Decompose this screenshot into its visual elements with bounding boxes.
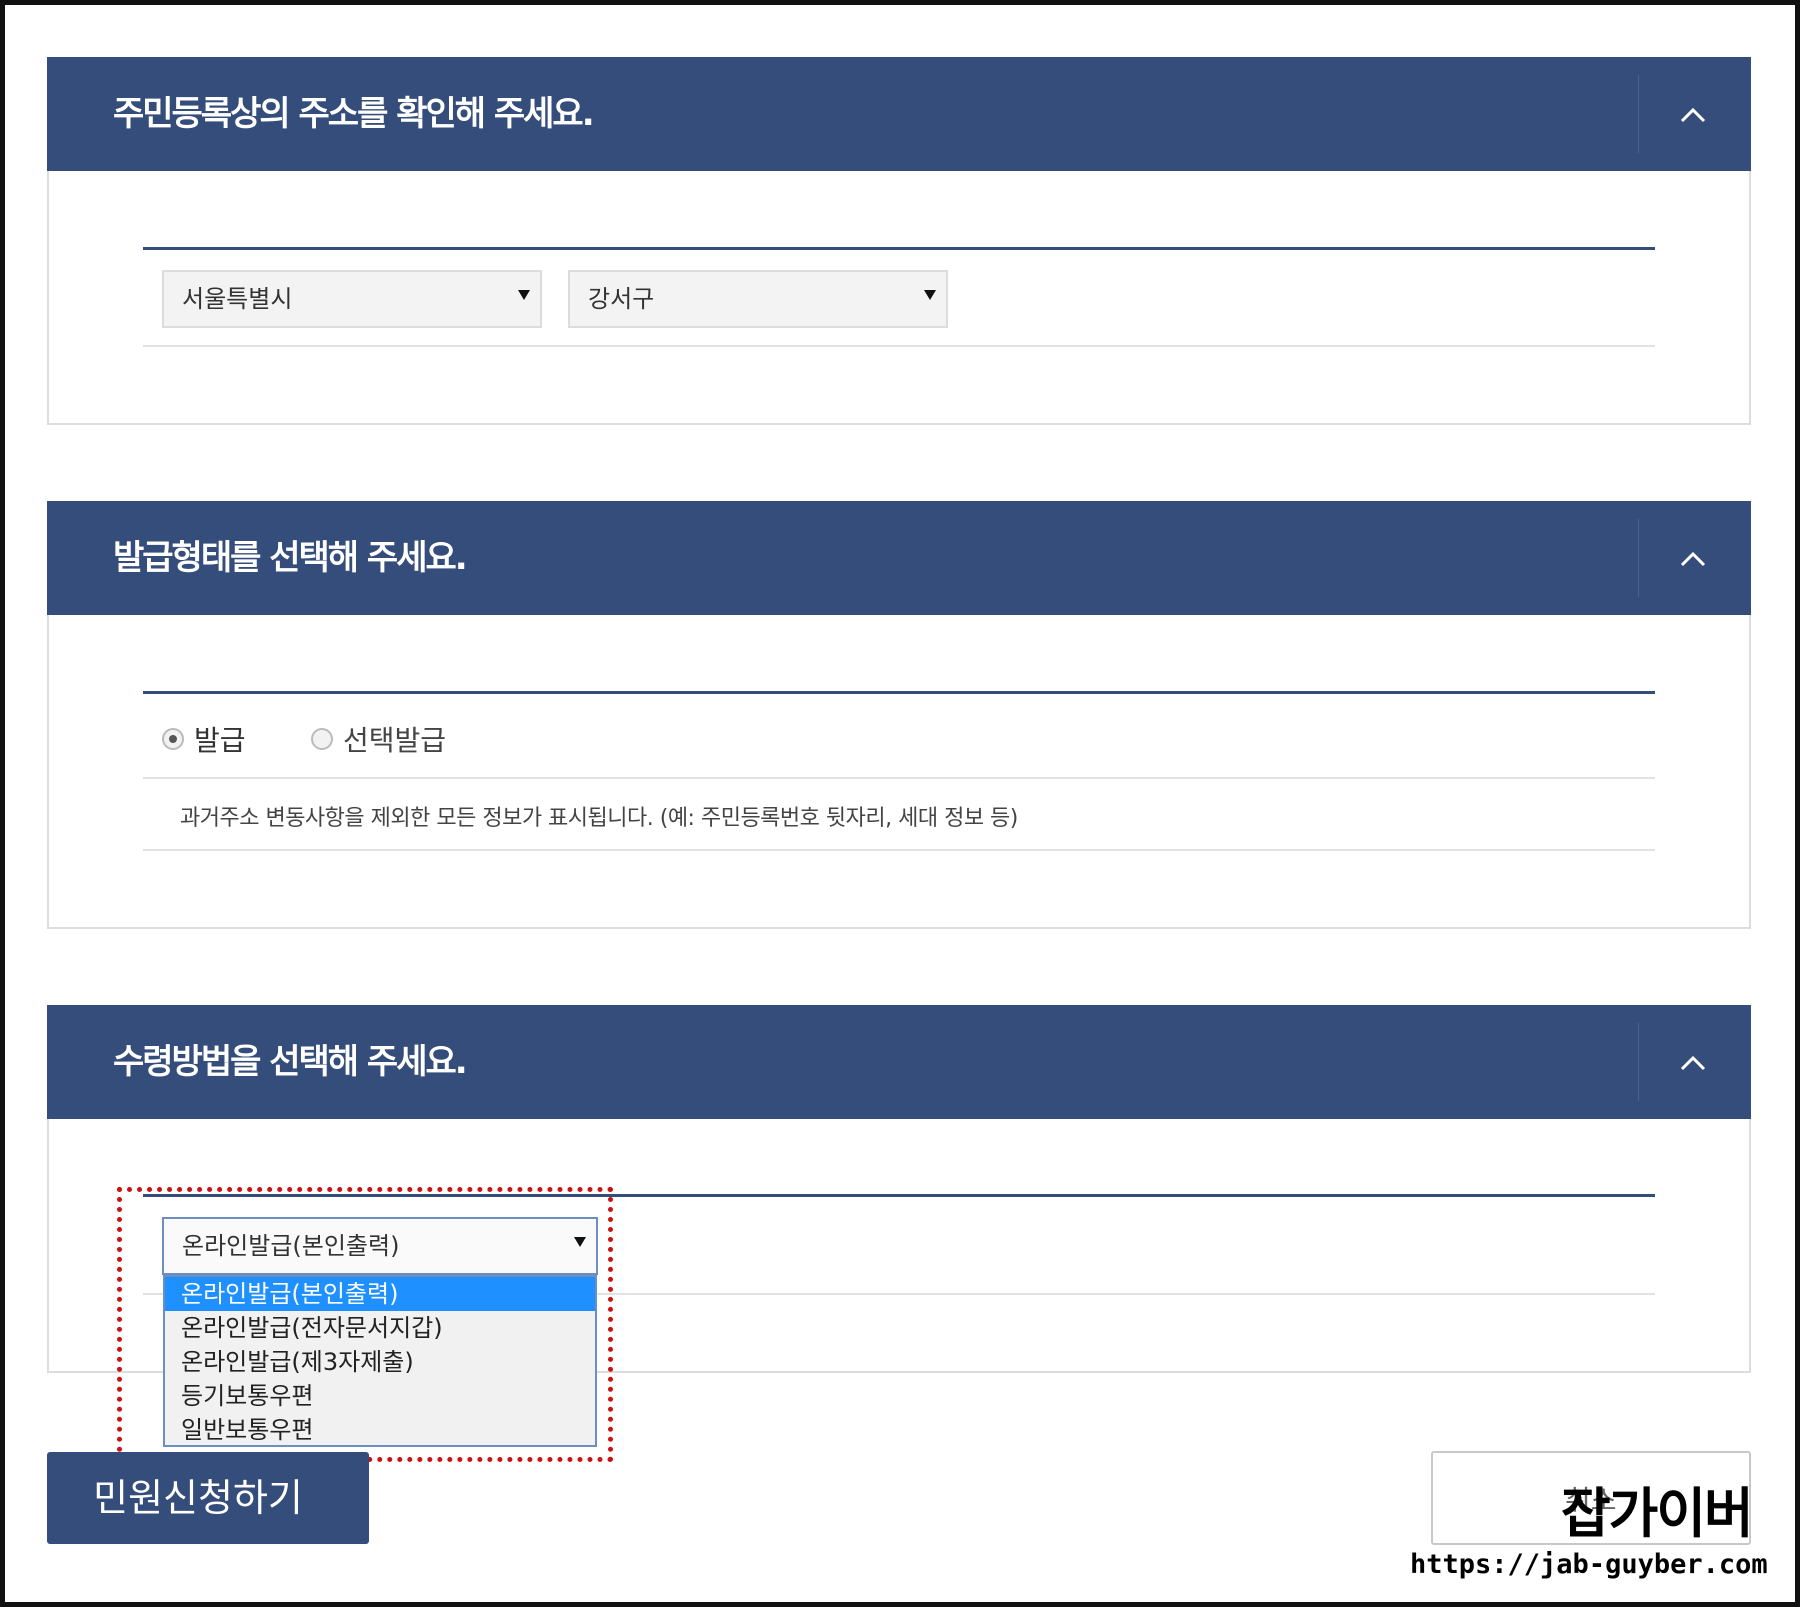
dropdown-arrow-icon xyxy=(518,290,530,300)
address-section-title: 주민등록상의 주소를 확인해 주세요. xyxy=(113,94,595,134)
issue-type-mid-rule xyxy=(143,777,1655,779)
header-divider xyxy=(1638,75,1639,153)
collapse-chevron-icon[interactable] xyxy=(1673,539,1713,579)
option-registered-mail[interactable]: 등기보통우편 xyxy=(165,1379,595,1413)
watermark-logo: 잡가이버 xyxy=(1561,1482,1754,1545)
issue-type-section-header[interactable]: 발급형태를 선택해 주세요. xyxy=(47,501,1751,615)
radio-unchecked-icon[interactable] xyxy=(311,728,333,750)
issue-type-note: 과거주소 변동사항을 제외한 모든 정보가 표시됩니다. (예: 주민등록번호 … xyxy=(180,806,1018,831)
issue-type-bottom-rule xyxy=(143,849,1655,851)
city-select[interactable]: 서울특별시 xyxy=(162,270,542,328)
issue-type-section-title: 발급형태를 선택해 주세요. xyxy=(113,538,468,578)
radio-issue[interactable]: 발급 xyxy=(162,719,246,759)
collapse-chevron-icon[interactable] xyxy=(1673,1043,1713,1083)
dropdown-arrow-icon xyxy=(924,290,936,300)
issue-type-section-body xyxy=(47,615,1751,929)
watermark-url: https://jab-guyber.com xyxy=(1410,1549,1768,1580)
address-top-rule xyxy=(143,247,1655,250)
receipt-section-header[interactable]: 수령방법을 선택해 주세요. xyxy=(47,1005,1751,1119)
apply-button[interactable]: 민원신청하기 xyxy=(47,1452,369,1544)
receipt-method-options: 온라인발급(본인출력) 온라인발급(전자문서지갑) 온라인발급(제3자제출) 등… xyxy=(163,1275,597,1447)
receipt-method-select[interactable]: 온라인발급(본인출력) xyxy=(162,1217,598,1275)
city-select-value: 서울특별시 xyxy=(182,285,293,313)
issue-type-top-rule xyxy=(143,691,1655,694)
receipt-method-value: 온라인발급(본인출력) xyxy=(182,1232,400,1260)
option-online-third-party[interactable]: 온라인발급(제3자제출) xyxy=(165,1345,595,1379)
dropdown-arrow-icon xyxy=(574,1237,586,1247)
option-online-self-print[interactable]: 온라인발급(본인출력) xyxy=(165,1277,595,1311)
collapse-chevron-icon[interactable] xyxy=(1673,95,1713,135)
header-divider xyxy=(1638,519,1639,597)
radio-checked-icon[interactable] xyxy=(162,728,184,750)
radio-issue-label: 발급 xyxy=(194,724,246,757)
district-select-value: 강서구 xyxy=(588,285,655,313)
option-online-e-wallet[interactable]: 온라인발급(전자문서지갑) xyxy=(165,1311,595,1345)
radio-selective-label: 선택발급 xyxy=(343,724,447,757)
district-select[interactable]: 강서구 xyxy=(568,270,948,328)
radio-selective-issue[interactable]: 선택발급 xyxy=(311,719,446,759)
page-frame: 주민등록상의 주소를 확인해 주세요. 서울특별시 강서구 발급형태를 선택해 … xyxy=(0,0,1800,1607)
receipt-section-title: 수령방법을 선택해 주세요. xyxy=(113,1042,468,1082)
header-divider xyxy=(1638,1023,1639,1101)
receipt-top-rule xyxy=(143,1194,1655,1197)
option-regular-mail[interactable]: 일반보통우편 xyxy=(165,1413,595,1447)
address-bottom-rule xyxy=(143,345,1655,347)
address-section-header[interactable]: 주민등록상의 주소를 확인해 주세요. xyxy=(47,57,1751,171)
